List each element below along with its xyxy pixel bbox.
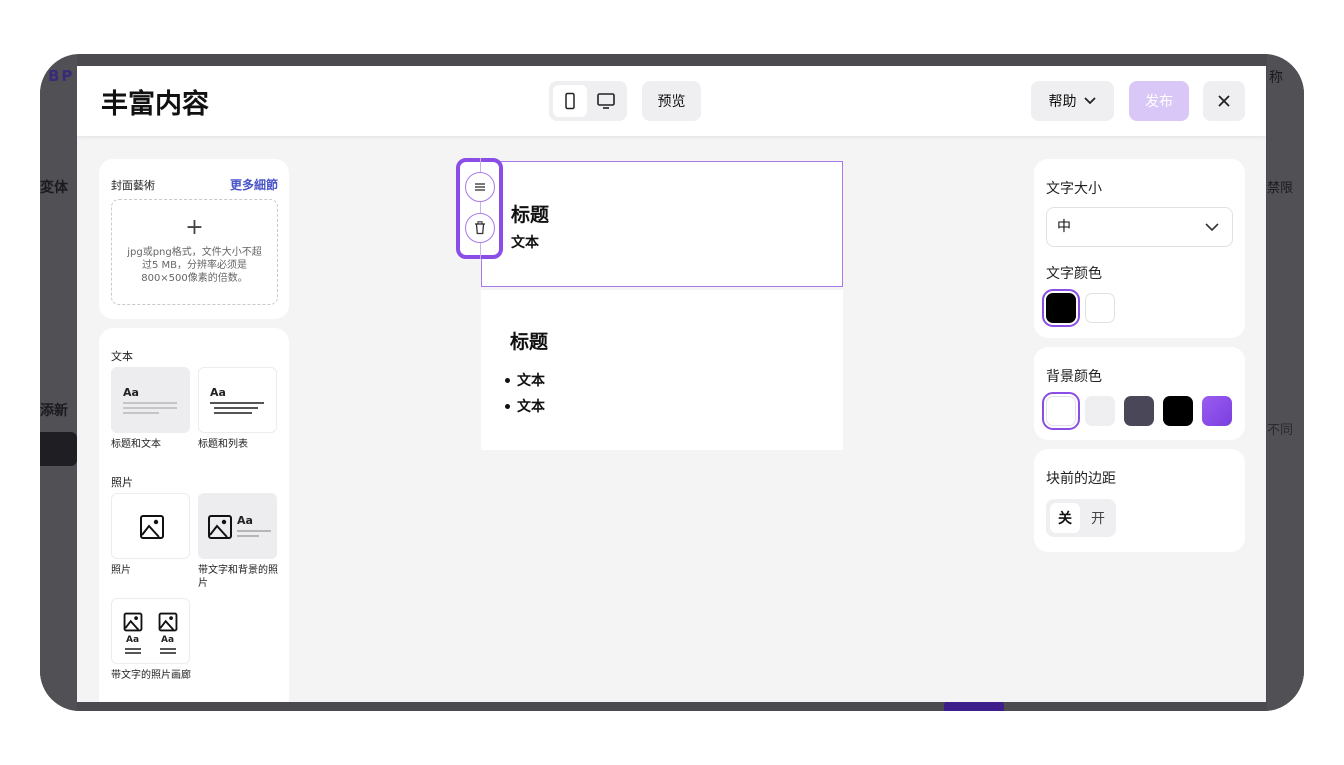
block-tile-photo[interactable] xyxy=(111,493,190,559)
delete-block-button[interactable] xyxy=(465,213,495,243)
photo-section-label: 照片 xyxy=(111,476,133,489)
font-size-label: 文字大小 xyxy=(1046,181,1102,197)
chevron-down-icon xyxy=(1083,97,1096,105)
help-label: 帮助 xyxy=(1048,94,1077,110)
margin-settings-card: 块前的边距 关 开 xyxy=(1034,449,1245,552)
block-tile-caption: 带文字的照片画廊 xyxy=(111,670,191,681)
background-button xyxy=(40,432,77,466)
background-app-right xyxy=(1267,54,1304,711)
block-toolbar xyxy=(456,158,503,259)
image-icon xyxy=(140,515,164,539)
block-library: 文本 Aa 标题和文本 Aa 标题和列表 照片 照片 Aa 带文字和背景的照片 xyxy=(99,328,289,702)
text-color-label: 文字颜色 xyxy=(1046,266,1102,282)
text-line xyxy=(237,530,271,532)
help-button[interactable]: 帮助 xyxy=(1031,81,1114,121)
more-details-link[interactable]: 更多細節 xyxy=(230,176,278,193)
content-block-selected[interactable]: 标题 文本 xyxy=(481,161,843,287)
list-line xyxy=(214,407,258,409)
trash-icon xyxy=(475,221,485,235)
preview-button[interactable]: 预览 xyxy=(642,81,701,121)
background-label: 添新 xyxy=(40,403,68,419)
block-tile-caption: 标题和列表 xyxy=(198,439,248,450)
background-app-left xyxy=(40,54,77,711)
block-tile-photo-gallery[interactable]: Aa Aa xyxy=(111,598,190,664)
monitor-icon xyxy=(597,93,615,109)
list-line xyxy=(214,412,252,414)
device-toggle xyxy=(549,81,627,121)
list-item[interactable]: 文本 xyxy=(505,396,545,416)
bg-color-swatch-light-gray[interactable] xyxy=(1085,396,1115,426)
phone-icon xyxy=(565,92,575,110)
aa-glyph: Aa xyxy=(161,635,175,645)
block-tile-photo-background[interactable]: Aa xyxy=(198,493,277,559)
bg-color-swatch-dark-gray[interactable] xyxy=(1124,396,1154,426)
content-block[interactable]: 标题 文本 文本 xyxy=(481,290,843,450)
modal-header: 丰富内容 预览 帮助 发布 xyxy=(77,66,1266,136)
cover-art-card: 封面藝術 更多細節 + jpg或png格式，文件大小不超过5 MB，分辨率必须是… xyxy=(99,159,289,319)
content-canvas: 标题 文本 标题 文本 文本 xyxy=(481,161,843,451)
aa-glyph: Aa xyxy=(237,514,253,527)
text-line xyxy=(125,652,141,654)
list-item[interactable]: 文本 xyxy=(505,370,545,390)
font-size-select[interactable]: 中 xyxy=(1046,207,1233,247)
bg-color-swatch-purple[interactable] xyxy=(1202,396,1232,426)
image-icon xyxy=(158,612,178,632)
text-color-swatch-white[interactable] xyxy=(1085,293,1115,323)
bg-color-swatch-white[interactable] xyxy=(1042,392,1080,430)
mobile-view-button[interactable] xyxy=(553,85,587,117)
text-line xyxy=(123,407,177,409)
rich-content-modal: 丰富内容 预览 帮助 发布 封面藝術 更多細節 + jpg或png格式，文件大小… xyxy=(77,66,1266,702)
block-title[interactable]: 标题 xyxy=(510,327,548,354)
background-logo: BP xyxy=(48,67,75,85)
margin-label: 块前的边距 xyxy=(1046,471,1116,487)
margin-toggle: 关 开 xyxy=(1046,499,1116,537)
cover-art-label: 封面藝術 xyxy=(111,179,155,192)
block-tile-caption: 带文字和背景的照片 xyxy=(198,565,278,589)
margin-on-option[interactable]: 开 xyxy=(1083,503,1113,533)
publish-button[interactable]: 发布 xyxy=(1129,81,1189,121)
block-tile-caption: 标题和文本 xyxy=(111,439,161,450)
text-line xyxy=(237,535,259,537)
upload-hint: jpg或png格式，文件大小不超过5 MB，分辨率必须是800×500像素的倍数… xyxy=(127,247,262,284)
list-line xyxy=(210,402,264,404)
close-button[interactable] xyxy=(1203,81,1245,121)
text-line xyxy=(123,402,177,404)
background-settings-card: 背景颜色 xyxy=(1034,347,1245,440)
aa-glyph: Aa xyxy=(126,635,140,645)
drag-handle-icon xyxy=(475,183,485,191)
background-label: 不同 xyxy=(1267,423,1294,438)
background-label: 禁限 xyxy=(1267,181,1294,196)
text-color-swatch-black[interactable] xyxy=(1042,289,1080,327)
drag-handle-button[interactable] xyxy=(465,172,495,202)
page-title: 丰富内容 xyxy=(101,89,209,120)
chevron-down-icon xyxy=(1205,223,1219,232)
background-label: 称 xyxy=(1269,70,1283,86)
text-line xyxy=(160,652,176,654)
aa-glyph: Aa xyxy=(210,386,226,399)
text-section-label: 文本 xyxy=(111,350,133,363)
text-line xyxy=(123,412,159,414)
block-text[interactable]: 文本 xyxy=(511,232,539,252)
text-settings-card: 文字大小 中 文字颜色 xyxy=(1034,159,1245,338)
block-tile-title-list[interactable]: Aa xyxy=(198,367,277,433)
text-line xyxy=(160,648,176,650)
font-size-value: 中 xyxy=(1057,219,1071,235)
image-icon xyxy=(123,612,143,632)
block-title[interactable]: 标题 xyxy=(511,200,549,227)
background-label: 変体 xyxy=(40,180,68,196)
close-icon xyxy=(1218,95,1230,107)
bg-color-label: 背景颜色 xyxy=(1046,369,1102,385)
desktop-view-button[interactable] xyxy=(589,85,623,117)
plus-icon: + xyxy=(185,215,204,240)
text-line xyxy=(125,648,141,650)
block-tile-title-text[interactable]: Aa xyxy=(111,367,190,433)
aa-glyph: Aa xyxy=(123,386,139,399)
cover-upload-dropzone[interactable]: + jpg或png格式，文件大小不超过5 MB，分辨率必须是800×500像素的… xyxy=(111,199,278,305)
margin-off-option[interactable]: 关 xyxy=(1050,503,1080,533)
image-icon xyxy=(208,515,232,539)
block-tile-caption: 照片 xyxy=(111,565,131,576)
bg-color-swatch-black[interactable] xyxy=(1163,396,1193,426)
